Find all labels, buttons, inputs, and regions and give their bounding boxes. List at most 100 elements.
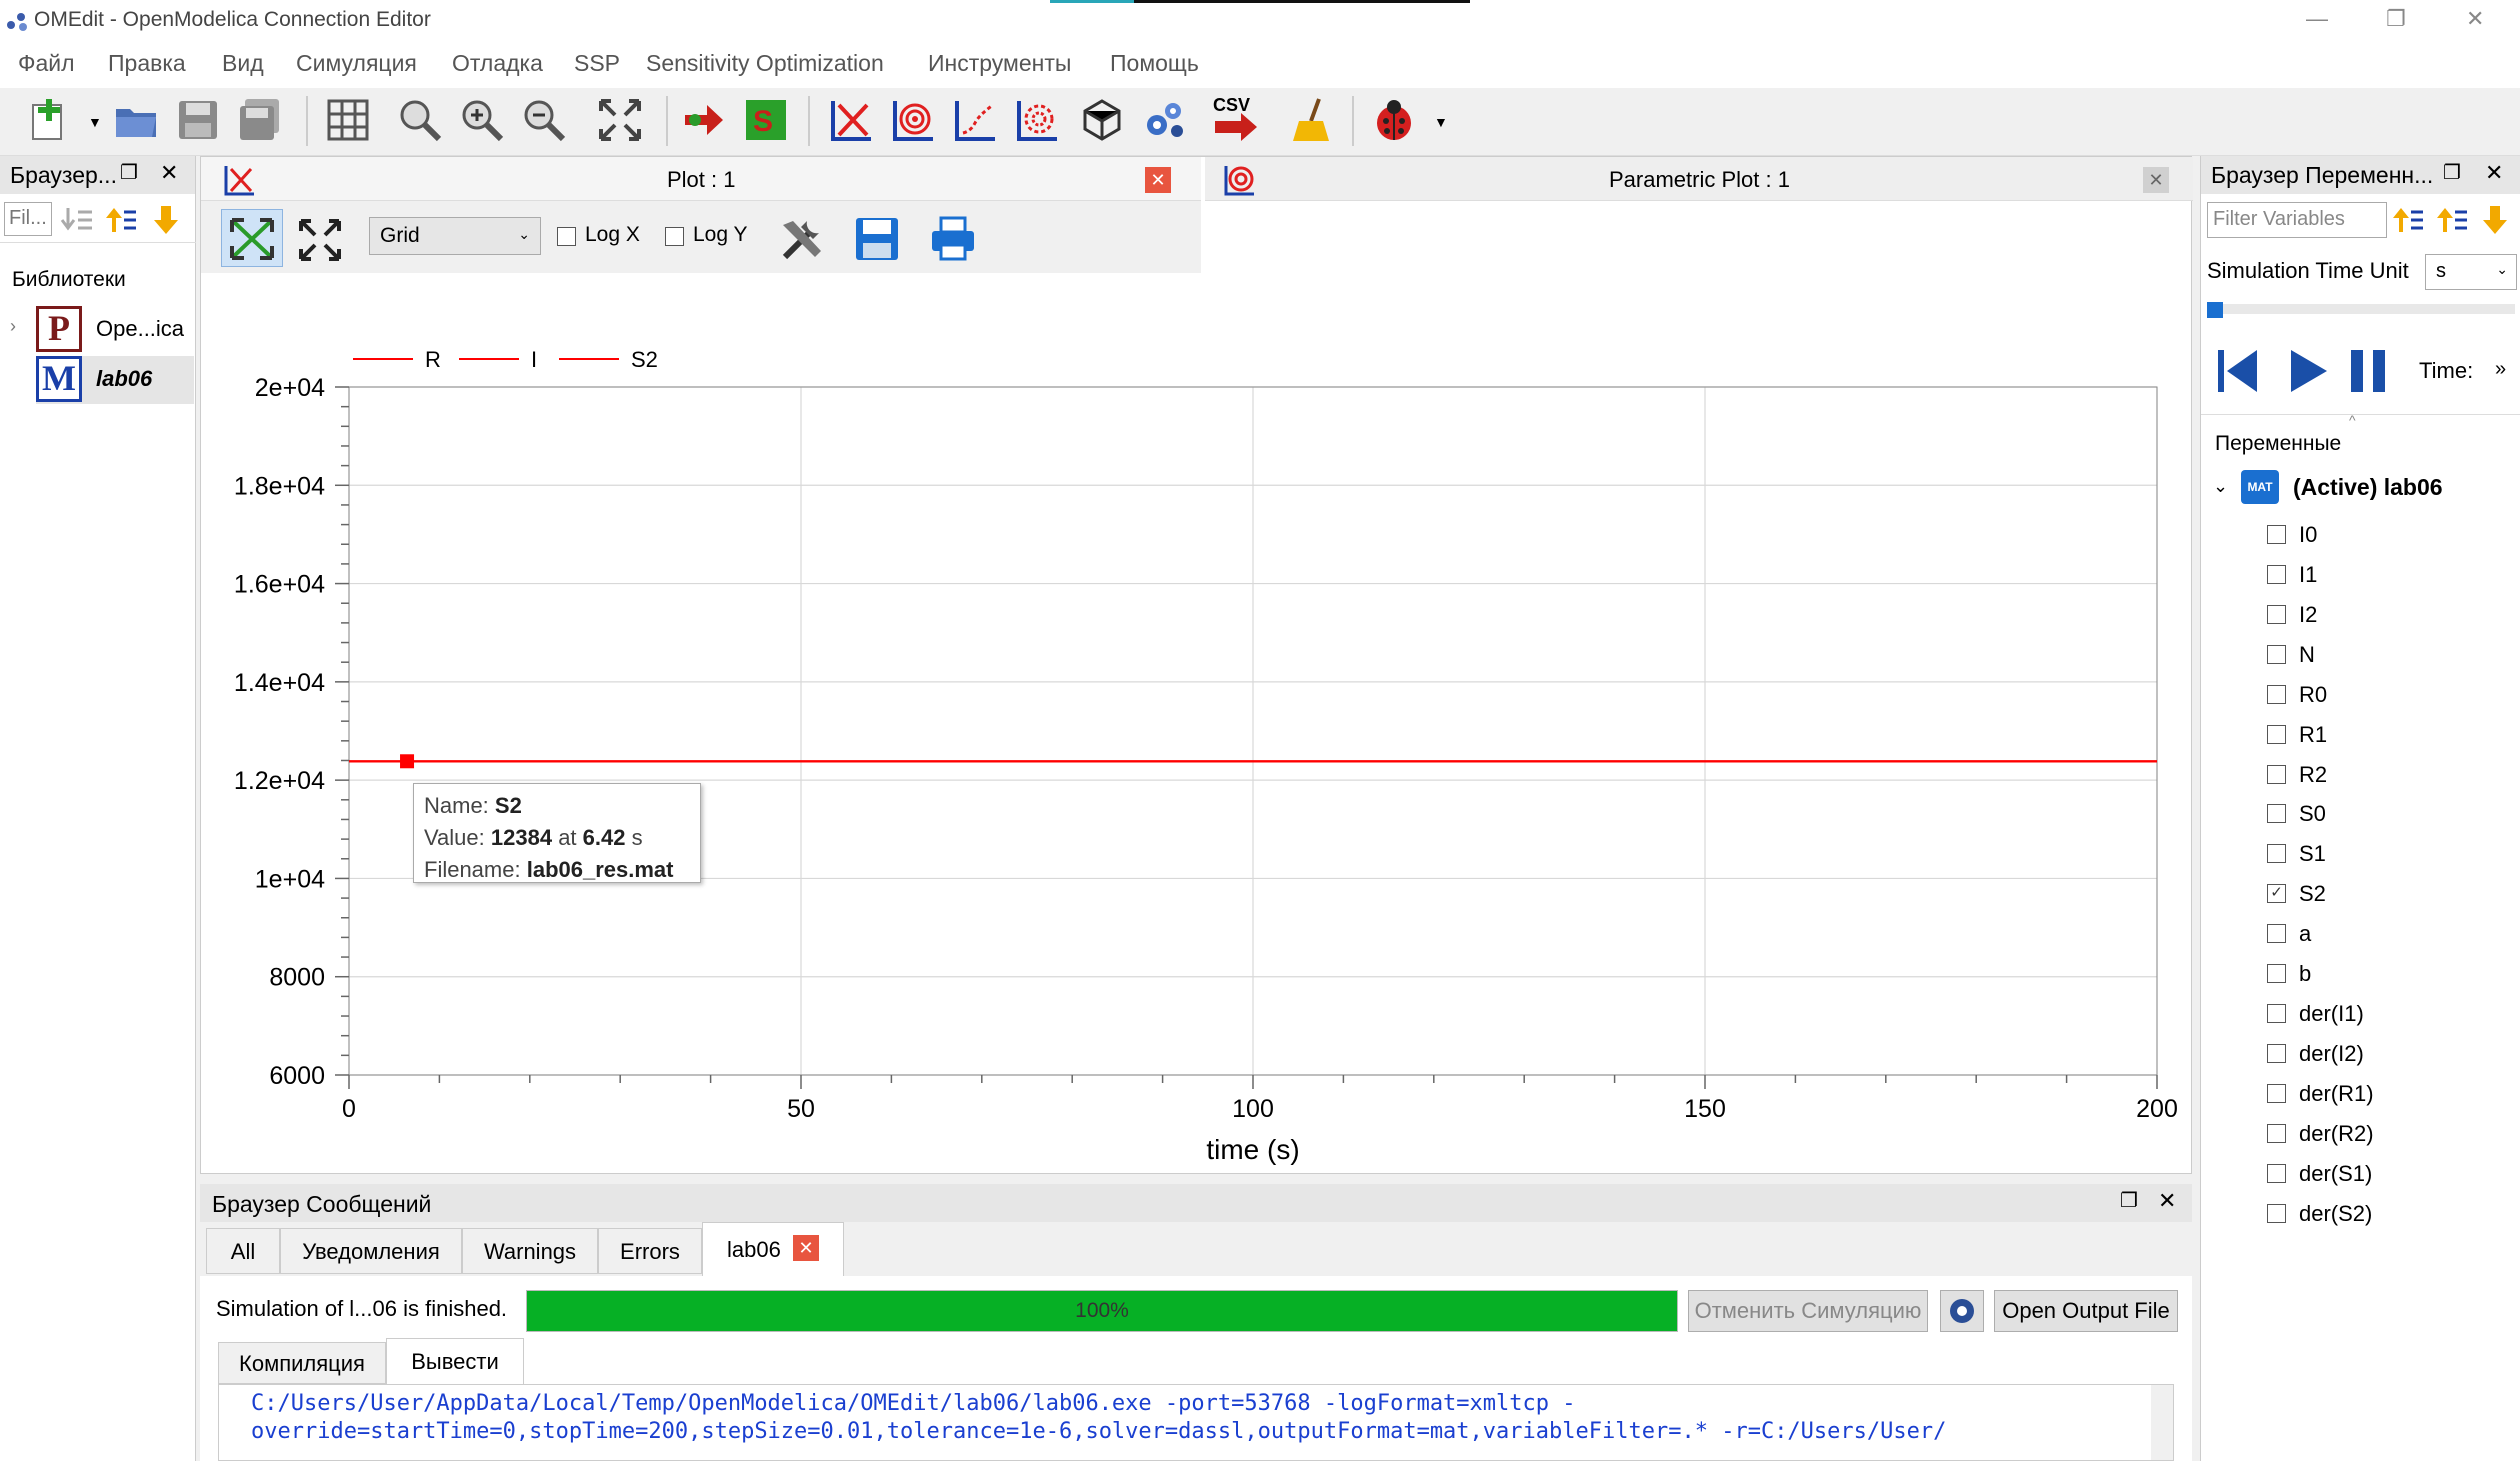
variable-checkbox[interactable] (2267, 1123, 2286, 1143)
variable-checkbox[interactable] (2267, 1004, 2286, 1024)
variable-checkbox[interactable] (2267, 604, 2286, 624)
menu-edit[interactable]: Правка (108, 50, 186, 77)
menu-ssp[interactable]: SSP (574, 50, 620, 77)
tab-lab06[interactable]: lab06 ✕ (702, 1222, 844, 1276)
restore-icon[interactable]: ❐ (2386, 6, 2406, 32)
library-item-lab06[interactable]: lab06 (96, 366, 152, 392)
variable-checkbox[interactable] (2267, 804, 2286, 824)
filter-variables-input[interactable]: Filter Variables (2207, 202, 2387, 238)
variable-checkbox[interactable] (2267, 1163, 2286, 1183)
close-parametric-icon[interactable]: ✕ (2143, 167, 2169, 193)
arrow-down-icon[interactable] (2479, 204, 2513, 236)
library-filter-input[interactable]: Fil... (4, 202, 52, 236)
variable-checkbox[interactable] (2267, 1043, 2286, 1063)
pause-icon[interactable] (2347, 346, 2391, 396)
new-parametric-plot-icon[interactable] (888, 94, 940, 146)
menu-simulation[interactable]: Симуляция (296, 50, 417, 77)
debugger-dropdown-icon[interactable]: ▼ (1434, 114, 1448, 130)
array-plot-icon[interactable] (950, 94, 1002, 146)
save-plot-icon[interactable] (853, 215, 901, 263)
auto-scale-icon[interactable] (297, 217, 343, 263)
fit-in-view-button[interactable] (221, 209, 283, 267)
time-slider[interactable] (2207, 304, 2515, 314)
array-parametric-plot-icon[interactable] (1012, 94, 1064, 146)
close-tab-icon[interactable]: ✕ (793, 1235, 819, 1261)
new-plot-icon[interactable] (826, 94, 878, 146)
play-icon[interactable] (2287, 346, 2331, 396)
save-icon[interactable] (172, 94, 224, 146)
variable-checkbox[interactable] (2267, 924, 2286, 944)
menu-sensitivity[interactable]: Sensitivity Optimization (646, 50, 884, 77)
open-folder-icon[interactable] (110, 94, 162, 146)
parametric-plot-tab[interactable]: Parametric Plot : 1 ✕ (1205, 157, 2193, 201)
active-result-label[interactable]: (Active) lab06 (2293, 474, 2443, 501)
plot-chart[interactable]: R I S2 0 50 100 150 200 6000 8000 1e+04 1.2e+04 1.… (201, 273, 2191, 1173)
simulate-setup-icon[interactable]: S (740, 94, 792, 146)
variable-checkbox[interactable]: ✓ (2267, 884, 2286, 904)
float-icon[interactable]: ❐ (2443, 160, 2461, 185)
sort-variables-icon[interactable] (2391, 204, 2425, 236)
close-icon[interactable]: ✕ (2466, 6, 2484, 32)
variable-checkbox[interactable] (2267, 724, 2286, 744)
menu-debug[interactable]: Отладка (452, 50, 543, 77)
menu-view[interactable]: Вид (222, 50, 264, 77)
save-all-icon[interactable] (234, 94, 286, 146)
fit-view-icon[interactable] (594, 94, 646, 146)
close-plot-icon[interactable]: ✕ (1145, 167, 1171, 193)
tab-errors[interactable]: Errors (598, 1228, 702, 1274)
debug-icon[interactable] (1940, 1290, 1984, 1332)
variable-checkbox[interactable] (2267, 844, 2286, 864)
logx-checkbox[interactable] (557, 227, 576, 246)
plot-tab[interactable]: Plot : 1 ✕ (201, 157, 1201, 201)
debugger-ladybug-icon[interactable] (1368, 94, 1420, 146)
variable-checkbox[interactable] (2267, 525, 2286, 544)
new-file-icon[interactable] (24, 94, 76, 146)
zoom-out-icon[interactable] (518, 94, 570, 146)
variable-checkbox[interactable] (2267, 764, 2286, 784)
simulate-icon[interactable] (678, 94, 730, 146)
output-console[interactable]: C:/Users/User/AppData/Local/Temp/OpenMod… (218, 1384, 2174, 1461)
print-icon[interactable] (929, 215, 977, 263)
menu-help[interactable]: Помощь (1110, 50, 1199, 77)
export-csv-icon[interactable]: CSV (1210, 94, 1262, 146)
tab-warnings[interactable]: Warnings (462, 1228, 598, 1274)
more-icon[interactable]: » (2495, 358, 2506, 381)
close-icon[interactable]: ✕ (160, 160, 178, 186)
float-icon[interactable]: ❐ (120, 160, 138, 185)
open-output-file-button[interactable]: Open Output File (1994, 1290, 2178, 1332)
variable-checkbox[interactable] (2267, 1203, 2286, 1223)
3d-view-icon[interactable] (1076, 94, 1128, 146)
arrow-down-icon[interactable] (150, 204, 184, 236)
time-slider-handle[interactable] (2207, 302, 2223, 318)
collapse-all-icon[interactable] (60, 204, 94, 236)
logy-checkbox[interactable] (665, 227, 684, 246)
float-icon[interactable]: ❐ (2120, 1188, 2138, 1213)
expand-icon[interactable]: › (10, 316, 16, 337)
grid-icon[interactable] (322, 94, 374, 146)
tab-all[interactable]: All (206, 1228, 280, 1274)
tab-compilation[interactable]: Компиляция (218, 1342, 386, 1384)
time-unit-select[interactable]: s ⌄ (2425, 254, 2517, 290)
close-icon[interactable]: ✕ (2158, 1188, 2176, 1214)
gears-icon[interactable] (1138, 94, 1190, 146)
menu-file[interactable]: Файл (18, 50, 75, 77)
variable-checkbox[interactable] (2267, 564, 2286, 584)
minimize-icon[interactable]: — (2306, 6, 2328, 32)
zoom-icon[interactable] (394, 94, 446, 146)
variable-checkbox[interactable] (2267, 684, 2286, 704)
new-dropdown-icon[interactable]: ▼ (88, 114, 102, 130)
variable-checkbox[interactable] (2267, 964, 2286, 984)
grid-select[interactable]: Grid ⌄ (369, 217, 541, 255)
expand-variables-icon[interactable] (2435, 204, 2469, 236)
cancel-simulation-button[interactable]: Отменить Симуляцию (1688, 1290, 1928, 1332)
variable-checkbox[interactable] (2267, 1083, 2286, 1103)
tab-output[interactable]: Вывести (386, 1338, 524, 1384)
menu-tools[interactable]: Инструменты (928, 50, 1071, 77)
collapse-icon[interactable]: ⌄ (2213, 476, 2228, 497)
output-scrollbar[interactable] (2151, 1385, 2173, 1460)
sort-up-icon[interactable] (104, 204, 138, 236)
setup-tools-icon[interactable] (777, 215, 827, 265)
tab-notifications[interactable]: Уведомления (280, 1228, 462, 1274)
library-item-openmodelica[interactable]: Ope...ica (96, 316, 184, 342)
zoom-in-icon[interactable] (456, 94, 508, 146)
